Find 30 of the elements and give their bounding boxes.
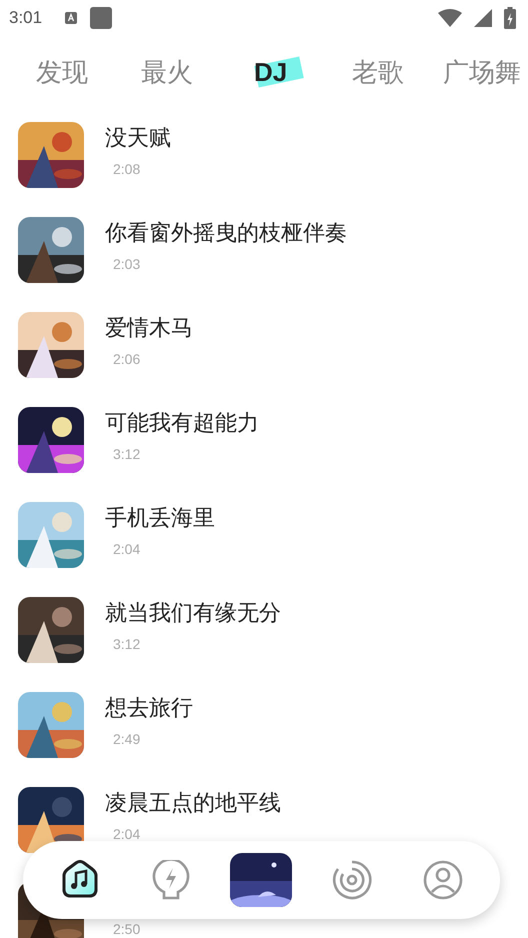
song-duration: 2:04: [113, 826, 142, 842]
song-duration: 2:08: [113, 161, 142, 177]
song-title: 就当我们有缘无分: [105, 600, 281, 628]
user-icon[interactable]: [422, 860, 463, 900]
song-title: 想去旅行: [105, 695, 193, 723]
keyboard-icon: [64, 11, 78, 25]
lightning-bulb-icon[interactable]: [152, 860, 190, 900]
tab[interactable]: 老歌: [352, 48, 443, 96]
song-title: 你看窗外摇曳的枝桠伴奏: [105, 220, 347, 248]
song-duration: 3:12: [113, 446, 142, 462]
song-duration: 2:06: [113, 351, 142, 367]
battery-icon: [504, 7, 516, 29]
square-icon: [90, 7, 112, 29]
song-duration: 2:50: [113, 921, 140, 937]
signal-icon: [474, 9, 492, 27]
tab[interactable]: 最火: [141, 48, 248, 96]
song-title: 没天赋: [105, 125, 171, 153]
tab[interactable]: 发现: [36, 48, 141, 96]
song-duration: 2:03: [113, 256, 142, 272]
song-title: 可能我有超能力: [105, 410, 259, 438]
song-duration: 2:04: [113, 541, 142, 557]
song-title: 爱情木马: [105, 315, 193, 343]
song-duration: 2:49: [113, 731, 142, 747]
song-title: 手机丢海里: [105, 505, 215, 533]
disc-icon[interactable]: [332, 860, 372, 900]
tab[interactable]: 广场舞: [443, 48, 521, 96]
song-title: 凌晨五点的地平线: [105, 790, 281, 818]
wifi-icon: [438, 9, 462, 27]
status-time: 3:01: [9, 8, 42, 28]
song-duration: 3:12: [113, 636, 142, 652]
